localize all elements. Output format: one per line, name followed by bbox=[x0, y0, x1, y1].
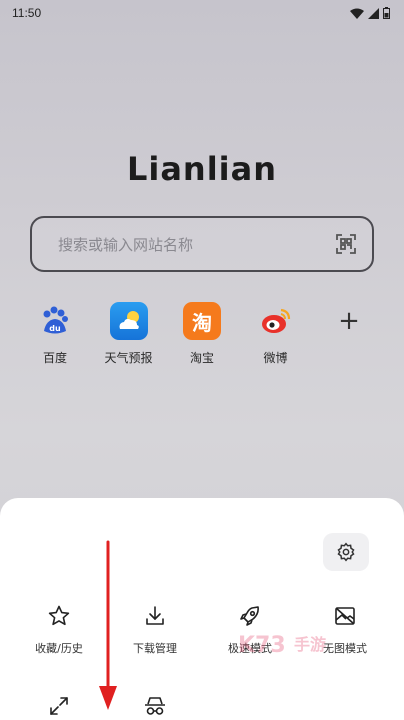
wifi-icon bbox=[350, 8, 364, 19]
svg-text:du: du bbox=[49, 324, 61, 333]
star-icon bbox=[48, 605, 70, 626]
shortcut-label: 百度 bbox=[42, 351, 67, 365]
battery-icon bbox=[383, 7, 390, 19]
weibo-icon bbox=[257, 302, 295, 340]
watermark-logo: K73 手游 bbox=[238, 633, 326, 658]
rocket-icon bbox=[240, 606, 259, 626]
shortcut-grid: du 百度 天气预报 淘 淘宝 微博 + bbox=[20, 298, 384, 368]
shortcut-weibo[interactable]: 微博 bbox=[241, 298, 311, 368]
taobao-glyph: 淘 bbox=[192, 310, 212, 335]
baidu-icon: du bbox=[36, 302, 74, 340]
fullscreen-icon bbox=[50, 697, 68, 715]
menu-bookmarks-history[interactable]: 收藏/历史 bbox=[9, 604, 109, 656]
incognito-icon bbox=[145, 697, 165, 715]
status-time: 11:50 bbox=[12, 6, 42, 20]
svg-text:K73: K73 bbox=[238, 633, 286, 658]
app-logo: Lianlian bbox=[126, 150, 278, 188]
status-icons bbox=[350, 7, 390, 19]
taobao-icon: 淘 bbox=[183, 302, 221, 340]
shortcut-add[interactable]: + bbox=[314, 298, 384, 368]
menu-incognito[interactable] bbox=[105, 694, 205, 718]
shortcut-label: 淘宝 bbox=[189, 351, 214, 365]
menu-fullscreen[interactable] bbox=[9, 694, 109, 718]
shortcut-label: 微博 bbox=[263, 351, 288, 365]
shortcut-taobao[interactable]: 淘 淘宝 bbox=[167, 298, 237, 368]
status-bar: 11:50 bbox=[0, 0, 404, 26]
menu-label: 下载管理 bbox=[133, 642, 177, 655]
weather-icon bbox=[109, 302, 148, 340]
plus-glyph: + bbox=[338, 306, 360, 336]
red-arrow-annotation bbox=[99, 540, 117, 710]
no-image-icon bbox=[335, 607, 355, 625]
settings-button[interactable] bbox=[323, 533, 369, 571]
shortcut-label: 天气预报 bbox=[104, 351, 153, 365]
search-input[interactable]: 搜索或输入网站名称 bbox=[30, 216, 374, 272]
signal-icon bbox=[368, 7, 379, 19]
svg-text:手游: 手游 bbox=[294, 635, 326, 654]
menu-label: 收藏/历史 bbox=[35, 642, 83, 655]
gear-icon bbox=[337, 542, 355, 562]
qr-scan-icon[interactable] bbox=[334, 232, 358, 256]
menu-downloads[interactable]: 下载管理 bbox=[105, 604, 205, 656]
plus-icon: + bbox=[330, 302, 368, 340]
shortcut-baidu[interactable]: du 百度 bbox=[20, 298, 90, 368]
download-icon bbox=[146, 606, 164, 625]
search-placeholder: 搜索或输入网站名称 bbox=[58, 235, 194, 254]
shortcut-weather[interactable]: 天气预报 bbox=[94, 298, 164, 368]
